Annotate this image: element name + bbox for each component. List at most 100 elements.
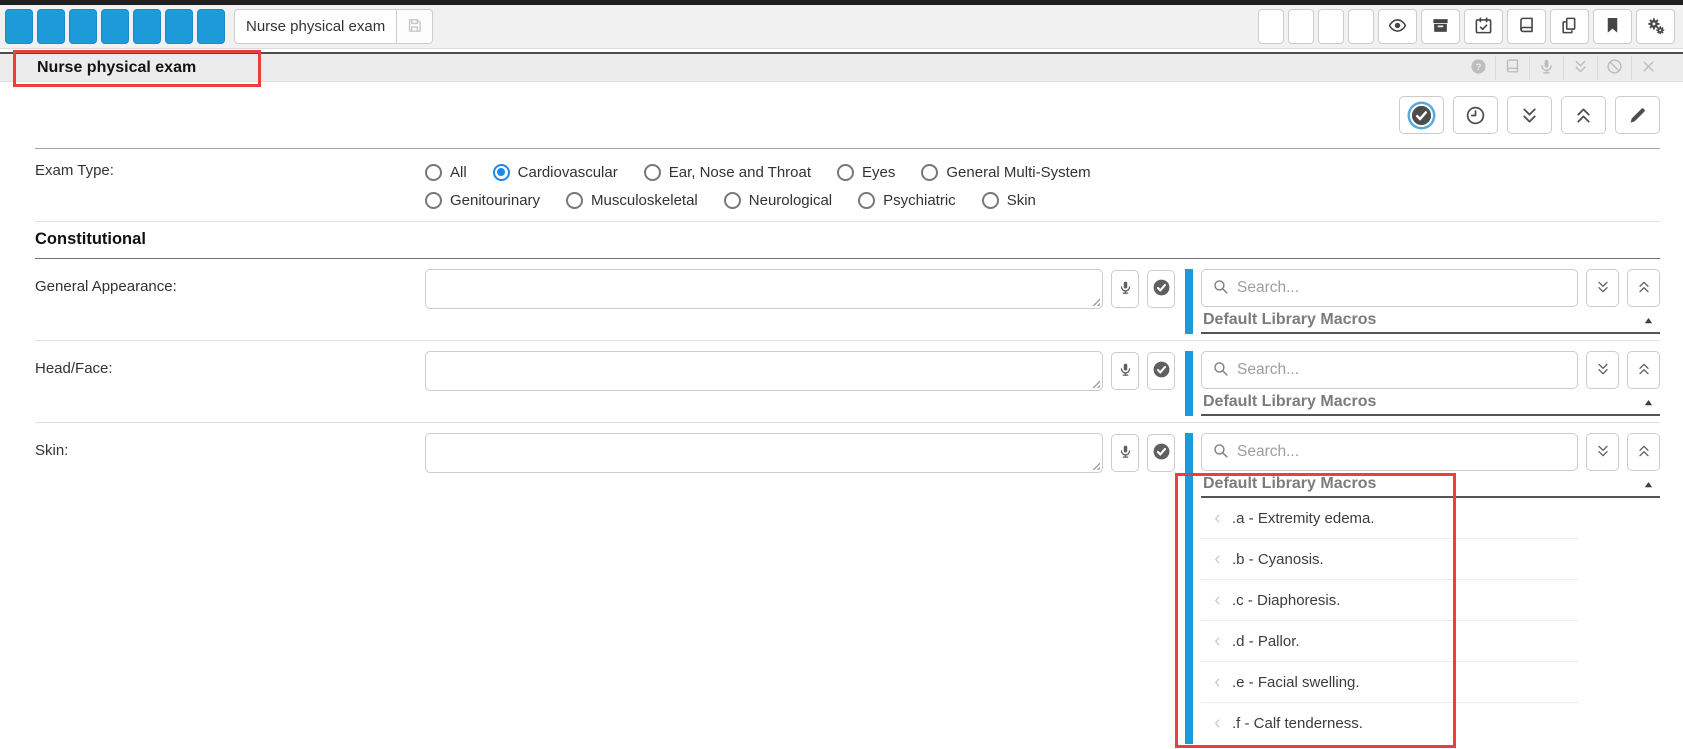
toolbar-icon-button[interactable]: [1636, 9, 1675, 44]
book-icon: [1504, 58, 1521, 78]
macro-search-input[interactable]: [1237, 361, 1567, 379]
section-header-icon-button[interactable]: [1495, 56, 1529, 80]
toolbar-tab[interactable]: [197, 9, 225, 44]
microphone-icon: [1118, 444, 1133, 462]
toolbar-tab[interactable]: [37, 9, 65, 44]
disable-icon: [1606, 58, 1623, 78]
section-header-icon-button[interactable]: ?: [1461, 56, 1495, 80]
expand-all-button[interactable]: [1586, 433, 1619, 471]
macro-item[interactable]: .f - Calf tenderness.: [1201, 703, 1578, 744]
form-action-button[interactable]: [1561, 96, 1606, 134]
toolbar-icon-buttons: [1378, 9, 1675, 44]
radio-label: Genitourinary: [450, 192, 540, 209]
chevron-left-icon: [1211, 512, 1224, 525]
skin-textarea[interactable]: [425, 433, 1103, 473]
macro-search-input[interactable]: [1237, 279, 1567, 297]
form-action-button[interactable]: [1507, 96, 1552, 134]
collapse-all-button[interactable]: [1627, 351, 1660, 389]
toolbar-icon-button[interactable]: [1464, 9, 1503, 44]
macros-group-header[interactable]: Default Library Macros: [1201, 307, 1660, 334]
macros-panel: Default Library Macros: [1185, 351, 1660, 416]
form-action-button[interactable]: [1615, 96, 1660, 134]
search-icon: [1212, 278, 1229, 299]
section-header-icon-button[interactable]: [1529, 56, 1563, 80]
panel-accent-bar: [1185, 351, 1193, 416]
stage-button[interactable]: [1288, 9, 1314, 44]
toolbar-tab[interactable]: [165, 9, 193, 44]
radio-circle-icon: [644, 164, 661, 181]
toolbar-tab[interactable]: [133, 9, 161, 44]
collapse-all-button[interactable]: [1627, 433, 1660, 471]
macro-item[interactable]: .a - Extremity edema.: [1201, 498, 1578, 539]
macro-item[interactable]: .d - Pallor.: [1201, 621, 1578, 662]
radio-circle-icon: [724, 192, 741, 209]
search-icon: [1212, 360, 1229, 381]
toolbar-icon-button[interactable]: [1593, 9, 1632, 44]
panel-body: Default Library Macros: [1193, 351, 1660, 416]
toolbar-tab[interactable]: [5, 9, 33, 44]
exam-type-options-line1: All Cardiovascular Ear, Nose and Throat …: [425, 159, 1091, 185]
head-face-textarea[interactable]: [425, 351, 1103, 391]
caret-up-icon: [1643, 315, 1654, 326]
chevrons-up-icon: [1636, 279, 1652, 298]
exam-type-radio[interactable]: Musculoskeletal: [566, 192, 698, 209]
template-name-input[interactable]: [234, 9, 396, 44]
exam-type-radio[interactable]: General Multi-System: [921, 164, 1090, 181]
toolbar-icon-button[interactable]: [1378, 9, 1417, 44]
macro-item[interactable]: .b - Cyanosis.: [1201, 539, 1578, 580]
macro-item[interactable]: .c - Diaphoresis.: [1201, 580, 1578, 621]
chevrons-up-icon: [1636, 443, 1652, 462]
exam-type-radio[interactable]: Cardiovascular: [493, 164, 618, 181]
confirm-button[interactable]: [1147, 270, 1175, 308]
check-circle-icon: [1410, 104, 1433, 127]
toolbar-tab[interactable]: [101, 9, 129, 44]
toolbar-icon-button[interactable]: [1550, 9, 1589, 44]
copy-pages-icon: [1560, 16, 1579, 38]
exam-type-radio[interactable]: Skin: [982, 192, 1036, 209]
textarea-wrap: [425, 269, 1103, 309]
section-header-icon-button[interactable]: [1563, 56, 1597, 80]
expand-all-button[interactable]: [1586, 269, 1619, 307]
row-label: General Appearance:: [35, 269, 425, 295]
macros-group-header[interactable]: Default Library Macros: [1201, 389, 1660, 416]
dictate-button[interactable]: [1111, 434, 1139, 472]
section-header-icon-button[interactable]: [1631, 56, 1665, 80]
save-button[interactable]: [396, 9, 433, 44]
exam-type-radio[interactable]: Psychiatric: [858, 192, 956, 209]
exam-row-head-face: Head/Face: Default Library Macros: [0, 341, 1683, 416]
confirm-button[interactable]: [1147, 434, 1175, 472]
radio-circle-icon: [921, 164, 938, 181]
exam-type-radio[interactable]: Genitourinary: [425, 192, 540, 209]
textarea-wrap: [425, 351, 1103, 391]
form-action-button[interactable]: [1453, 96, 1498, 134]
exam-type-radio[interactable]: All: [425, 164, 467, 181]
collapse-all-up-icon: [1573, 105, 1594, 126]
stage-button[interactable]: [1318, 9, 1344, 44]
exam-type-radio[interactable]: Eyes: [837, 164, 895, 181]
macros-group-title: Default Library Macros: [1203, 393, 1376, 411]
radio-circle-icon: [493, 164, 510, 181]
expand-all-button[interactable]: [1586, 351, 1619, 389]
toolbar-icon-button[interactable]: [1421, 9, 1460, 44]
dictate-button[interactable]: [1111, 270, 1139, 308]
toolbar-tab[interactable]: [69, 9, 97, 44]
general-appearance-textarea[interactable]: [425, 269, 1103, 309]
stage-button[interactable]: [1348, 9, 1374, 44]
chevrons-down-icon: [1595, 361, 1611, 380]
toolbar-icon-button[interactable]: [1507, 9, 1546, 44]
dictate-button[interactable]: [1111, 352, 1139, 390]
macro-item[interactable]: .e - Facial swelling.: [1201, 662, 1578, 703]
exam-type-radio[interactable]: Neurological: [724, 192, 832, 209]
check-circle-icon: [1152, 360, 1171, 382]
section-header-icon-button[interactable]: [1597, 56, 1631, 80]
collapse-all-button[interactable]: [1627, 269, 1660, 307]
exam-type-radio[interactable]: Ear, Nose and Throat: [644, 164, 811, 181]
form-action-button[interactable]: [1399, 96, 1444, 134]
expand-all-down-icon: [1519, 105, 1540, 126]
confirm-button[interactable]: [1147, 352, 1175, 390]
macro-search-input[interactable]: [1237, 443, 1567, 461]
search-icon: [1212, 442, 1229, 463]
macros-group-header[interactable]: Default Library Macros: [1201, 471, 1660, 498]
stage-button[interactable]: [1258, 9, 1284, 44]
eye-icon: [1388, 16, 1407, 38]
